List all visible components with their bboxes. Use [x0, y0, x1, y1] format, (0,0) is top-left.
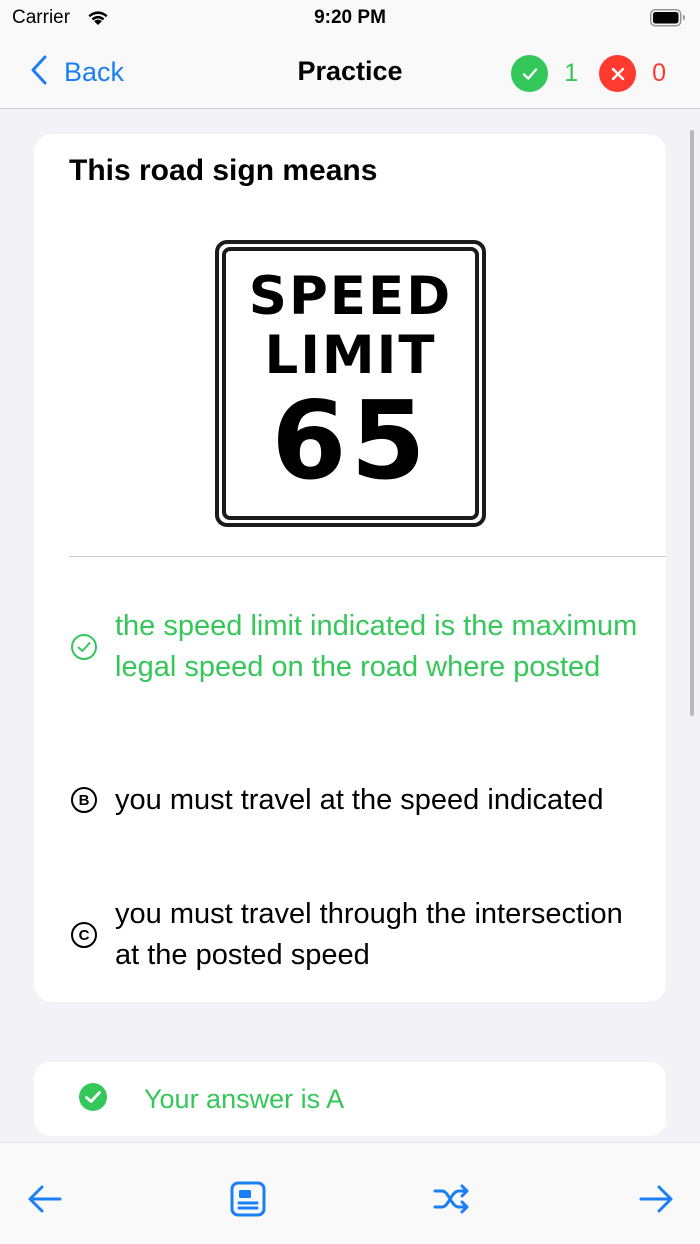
score-counter: 1 0 [511, 55, 666, 92]
answer-option-a[interactable]: the speed limit indicated is the maximum… [69, 585, 649, 708]
bottom-toolbar [0, 1142, 700, 1244]
next-button[interactable] [636, 1181, 676, 1221]
arrow-right-icon [638, 1184, 674, 1219]
sign-text-line2: LIMIT [264, 325, 437, 386]
divider [69, 556, 666, 557]
battery-icon [650, 9, 686, 32]
wrong-count: 0 [652, 59, 666, 87]
previous-button[interactable] [25, 1181, 65, 1221]
result-text: Your answer is A [144, 1083, 345, 1114]
answer-text: you must travel through the intersection… [115, 898, 623, 971]
status-bar: Carrier 9:20 PM [0, 0, 700, 36]
question-list-button[interactable] [228, 1181, 268, 1221]
question-card: This road sign means SPEED LIMIT 65 the … [34, 134, 666, 1002]
answer-option-b[interactable]: B you must travel at the speed indicated [69, 759, 649, 841]
sign-speed-number: 65 [271, 379, 430, 504]
status-time: 9:20 PM [314, 7, 386, 28]
letter-b-circle-icon: B [69, 787, 99, 813]
sign-text-line1: SPEED [248, 266, 453, 327]
checkmark-circle-fill-icon [78, 1082, 108, 1117]
xmark-circle-icon [599, 55, 637, 92]
checkmark-circle-icon [511, 55, 549, 92]
letter-c-circle-icon: C [69, 922, 99, 948]
checkmark-circle-outline-icon [69, 633, 99, 661]
shuffle-icon [433, 1184, 471, 1219]
answer-option-c[interactable]: C you must travel through the intersecti… [69, 894, 649, 976]
shuffle-button[interactable] [432, 1181, 472, 1221]
answer-text: the speed limit indicated is the maximum… [115, 609, 638, 683]
card-icon [230, 1181, 266, 1222]
scrollbar[interactable] [690, 130, 694, 716]
correct-count: 1 [564, 59, 579, 87]
answer-text: you must travel at the speed indicated [115, 783, 604, 816]
result-banner: Your answer is A [34, 1062, 666, 1136]
road-sign-image: SPEED LIMIT 65 [215, 240, 486, 527]
arrow-left-icon [27, 1184, 63, 1219]
navigation-bar: Back Practice 1 0 [0, 36, 700, 109]
question-prompt: This road sign means [69, 154, 378, 187]
